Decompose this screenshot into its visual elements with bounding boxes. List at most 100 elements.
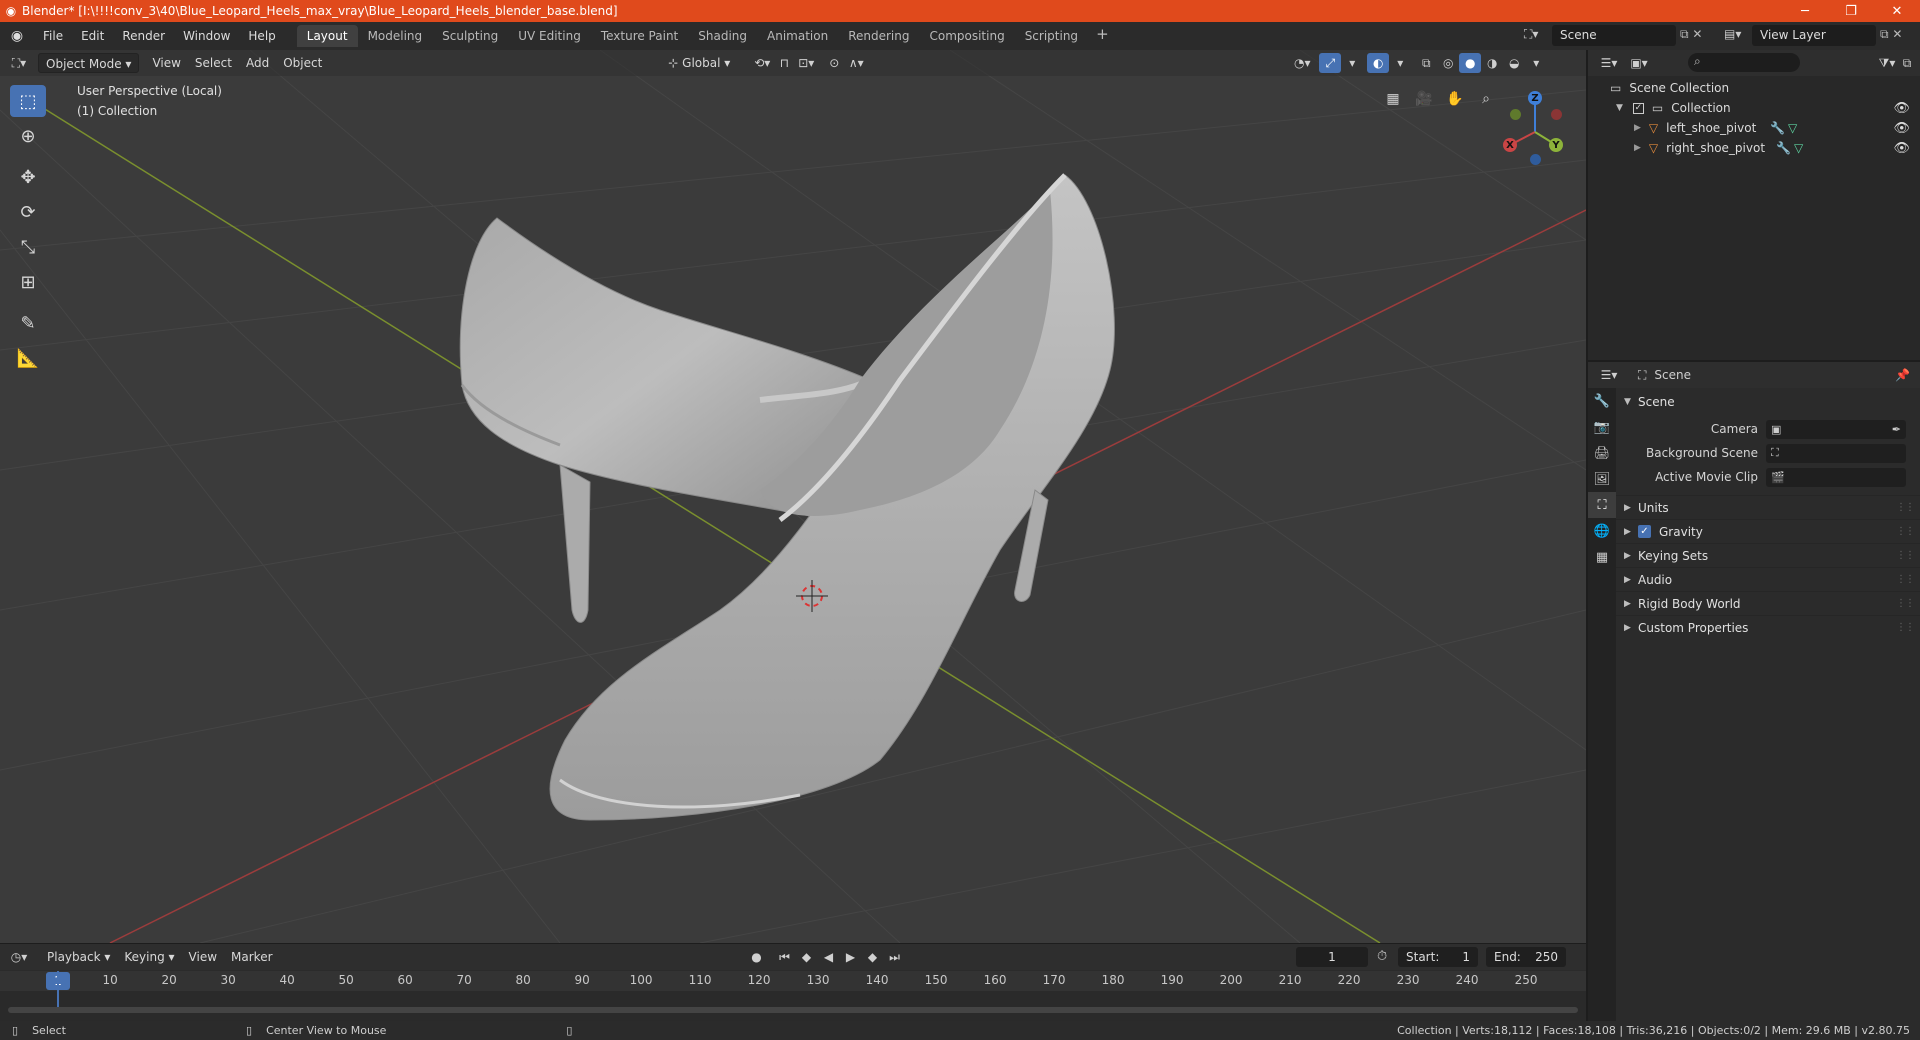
transform-tool-icon[interactable]: ⊞ (10, 266, 46, 298)
mesh-data-icon[interactable]: ▽ (1794, 141, 1803, 155)
modifier-icon[interactable]: 🔧 (1776, 141, 1791, 155)
tool-tab-icon[interactable]: 🔧 (1588, 388, 1616, 414)
blender-menu-icon[interactable]: ◉ (0, 28, 34, 44)
tab-rendering[interactable]: Rendering (838, 25, 919, 47)
toggle-ortho-icon[interactable]: ▦ (1380, 86, 1406, 112)
annotate-tool-icon[interactable]: ✎ (10, 307, 46, 339)
scene-panel-header[interactable]: ▼ Scene (1616, 391, 1920, 413)
timeline-ruler[interactable]: 1 10203040506070809010011012013014015016… (0, 971, 1586, 991)
viewport-menu-object[interactable]: Object (276, 53, 329, 73)
view-layer-selector[interactable]: View Layer (1752, 25, 1876, 46)
transform-orientation-dropdown[interactable]: ⊹ Global ▾ (661, 53, 737, 73)
falloff-icon[interactable]: ∧▾ (845, 53, 867, 73)
timeline-menu-playback[interactable]: Playback ▾ (40, 947, 117, 967)
outliner-row-collection[interactable]: ▼ ✓ ▭ Collection 👁 (1588, 98, 1920, 118)
outliner-search-input[interactable]: ⌕ (1688, 53, 1800, 72)
select-box-tool-icon[interactable]: ⬚ (10, 85, 46, 117)
audio-panel[interactable]: ▶ Audio ⋮⋮ (1616, 567, 1920, 591)
proportional-edit-icon[interactable]: ⊙ (823, 53, 845, 73)
snap-target-icon[interactable]: ⊡▾ (795, 53, 817, 73)
filter-icon[interactable]: ⧩▾ (1876, 53, 1898, 73)
collection-checkbox[interactable]: ✓ (1632, 102, 1644, 114)
menu-render[interactable]: Render (113, 25, 174, 47)
overlays-toggle-icon[interactable]: ◐ (1367, 53, 1390, 73)
tab-compositing[interactable]: Compositing (919, 25, 1014, 47)
menu-edit[interactable]: Edit (72, 25, 113, 47)
gizmo-toggle-icon[interactable]: ⤢ (1319, 53, 1342, 73)
timeline-scrollbar[interactable] (8, 1007, 1578, 1013)
shading-dropdown-icon[interactable]: ▾ (1525, 53, 1547, 73)
view-layer-browse-icon[interactable]: ▤▾ (1724, 27, 1741, 41)
object-visibility-icon[interactable]: 👁 (1893, 141, 1910, 156)
close-button[interactable]: ✕ (1874, 0, 1920, 22)
editor-type-icon[interactable]: ⛶▾ (8, 53, 30, 73)
expand-triangle-icon[interactable]: ▶ (1634, 143, 1641, 153)
prev-keyframe-icon[interactable]: ◆ (796, 947, 818, 967)
start-frame-field[interactable]: Start: 1 (1398, 947, 1478, 967)
texture-tab-icon[interactable]: ▦ (1588, 544, 1616, 570)
measure-tool-icon[interactable]: 📐 (10, 342, 46, 374)
preview-range-icon[interactable]: ⏱ (1377, 949, 1387, 964)
outliner-row-scene-collection[interactable]: ▭ Scene Collection (1588, 78, 1920, 98)
scale-tool-icon[interactable]: ⤡ (10, 231, 46, 263)
add-workspace-button[interactable]: + (1088, 25, 1117, 47)
menu-window[interactable]: Window (174, 25, 239, 47)
timeline-menu-marker[interactable]: Marker (224, 947, 279, 967)
modifier-icon[interactable]: 🔧 (1770, 121, 1785, 135)
render-tab-icon[interactable]: 📷 (1588, 414, 1616, 440)
expand-triangle-icon[interactable]: ▼ (1616, 103, 1623, 113)
object-mode-dropdown[interactable]: Object Mode ▾ (38, 53, 140, 73)
timeline-menu-keying[interactable]: Keying ▾ (117, 947, 181, 967)
camera-view-icon[interactable]: 🎥 (1411, 86, 1437, 112)
tab-uv-editing[interactable]: UV Editing (508, 25, 591, 47)
end-frame-field[interactable]: End: 250 (1486, 947, 1566, 967)
scene-new-icon[interactable]: ⧉ ✕ (1680, 27, 1702, 42)
tab-sculpting[interactable]: Sculpting (432, 25, 508, 47)
expand-triangle-icon[interactable]: ▶ (1634, 123, 1641, 133)
viewport-menu-select[interactable]: Select (188, 53, 239, 73)
scene-browse-icon[interactable]: ⛶▾ (1524, 27, 1538, 42)
gizmo-neg-x[interactable] (1551, 109, 1562, 120)
tab-layout[interactable]: Layout (296, 25, 358, 47)
play-reverse-icon[interactable]: ◀ (818, 947, 840, 967)
menu-file[interactable]: File (34, 25, 72, 47)
units-panel[interactable]: ▶ Units ⋮⋮ (1616, 495, 1920, 519)
movie-clip-field[interactable]: 🎬 (1766, 467, 1906, 487)
rigid-body-world-panel[interactable]: ▶ Rigid Body World ⋮⋮ (1616, 591, 1920, 615)
tab-texture-paint[interactable]: Texture Paint (591, 25, 688, 47)
jump-start-icon[interactable]: ⏮ (774, 947, 796, 967)
snap-icon[interactable]: ⊓ (773, 53, 795, 73)
tab-shading[interactable]: Shading (688, 25, 757, 47)
overlays-dropdown-icon[interactable]: ▾ (1389, 53, 1411, 73)
gizmo-neg-y[interactable] (1510, 109, 1521, 120)
drag-handle-icon[interactable]: ⋮⋮ (1896, 526, 1915, 537)
custom-properties-panel[interactable]: ▶ Custom Properties ⋮⋮ (1616, 615, 1920, 639)
viewport-menu-view[interactable]: View (145, 53, 187, 73)
solid-shading-icon[interactable]: ● (1459, 53, 1482, 73)
gizmo-dropdown-icon[interactable]: ▾ (1341, 53, 1363, 73)
background-scene-field[interactable]: ⛶ (1766, 443, 1906, 463)
maximize-button[interactable]: ❐ (1828, 0, 1874, 22)
gizmo-neg-z[interactable] (1530, 154, 1541, 165)
display-mode-icon[interactable]: ▣▾ (1628, 53, 1650, 73)
move-tool-icon[interactable]: ✥ (10, 161, 46, 193)
drag-handle-icon[interactable]: ⋮⋮ (1896, 502, 1915, 513)
world-tab-icon[interactable]: 🌐 (1588, 518, 1616, 544)
view-layer-tab-icon[interactable]: 🖼 (1588, 466, 1616, 492)
jump-end-icon[interactable]: ⏭ (884, 947, 906, 967)
scene-tab-icon[interactable]: ⛶ (1588, 492, 1616, 518)
rotate-tool-icon[interactable]: ⟳ (10, 196, 46, 228)
record-icon[interactable]: ● (746, 947, 768, 967)
3d-viewport[interactable]: ⛶▾ Object Mode ▾ View Select Add Object … (0, 50, 1586, 943)
drag-handle-icon[interactable]: ⋮⋮ (1896, 574, 1915, 585)
menu-help[interactable]: Help (239, 25, 284, 47)
pivot-point-icon[interactable]: ⟲▾ (751, 53, 773, 73)
current-frame-field[interactable]: 1 (1296, 947, 1368, 967)
timeline-editor-type-icon[interactable]: ◷▾ (8, 947, 30, 967)
material-shading-icon[interactable]: ◑ (1481, 53, 1503, 73)
new-collection-icon[interactable]: ⧉ (1896, 53, 1918, 73)
object-visibility-icon[interactable]: 👁 (1893, 121, 1910, 136)
visibility-icon[interactable]: ◔▾ (1291, 53, 1313, 73)
gravity-checkbox[interactable]: ✓ (1638, 525, 1651, 538)
gizmo-x-axis[interactable]: X (1503, 138, 1517, 152)
